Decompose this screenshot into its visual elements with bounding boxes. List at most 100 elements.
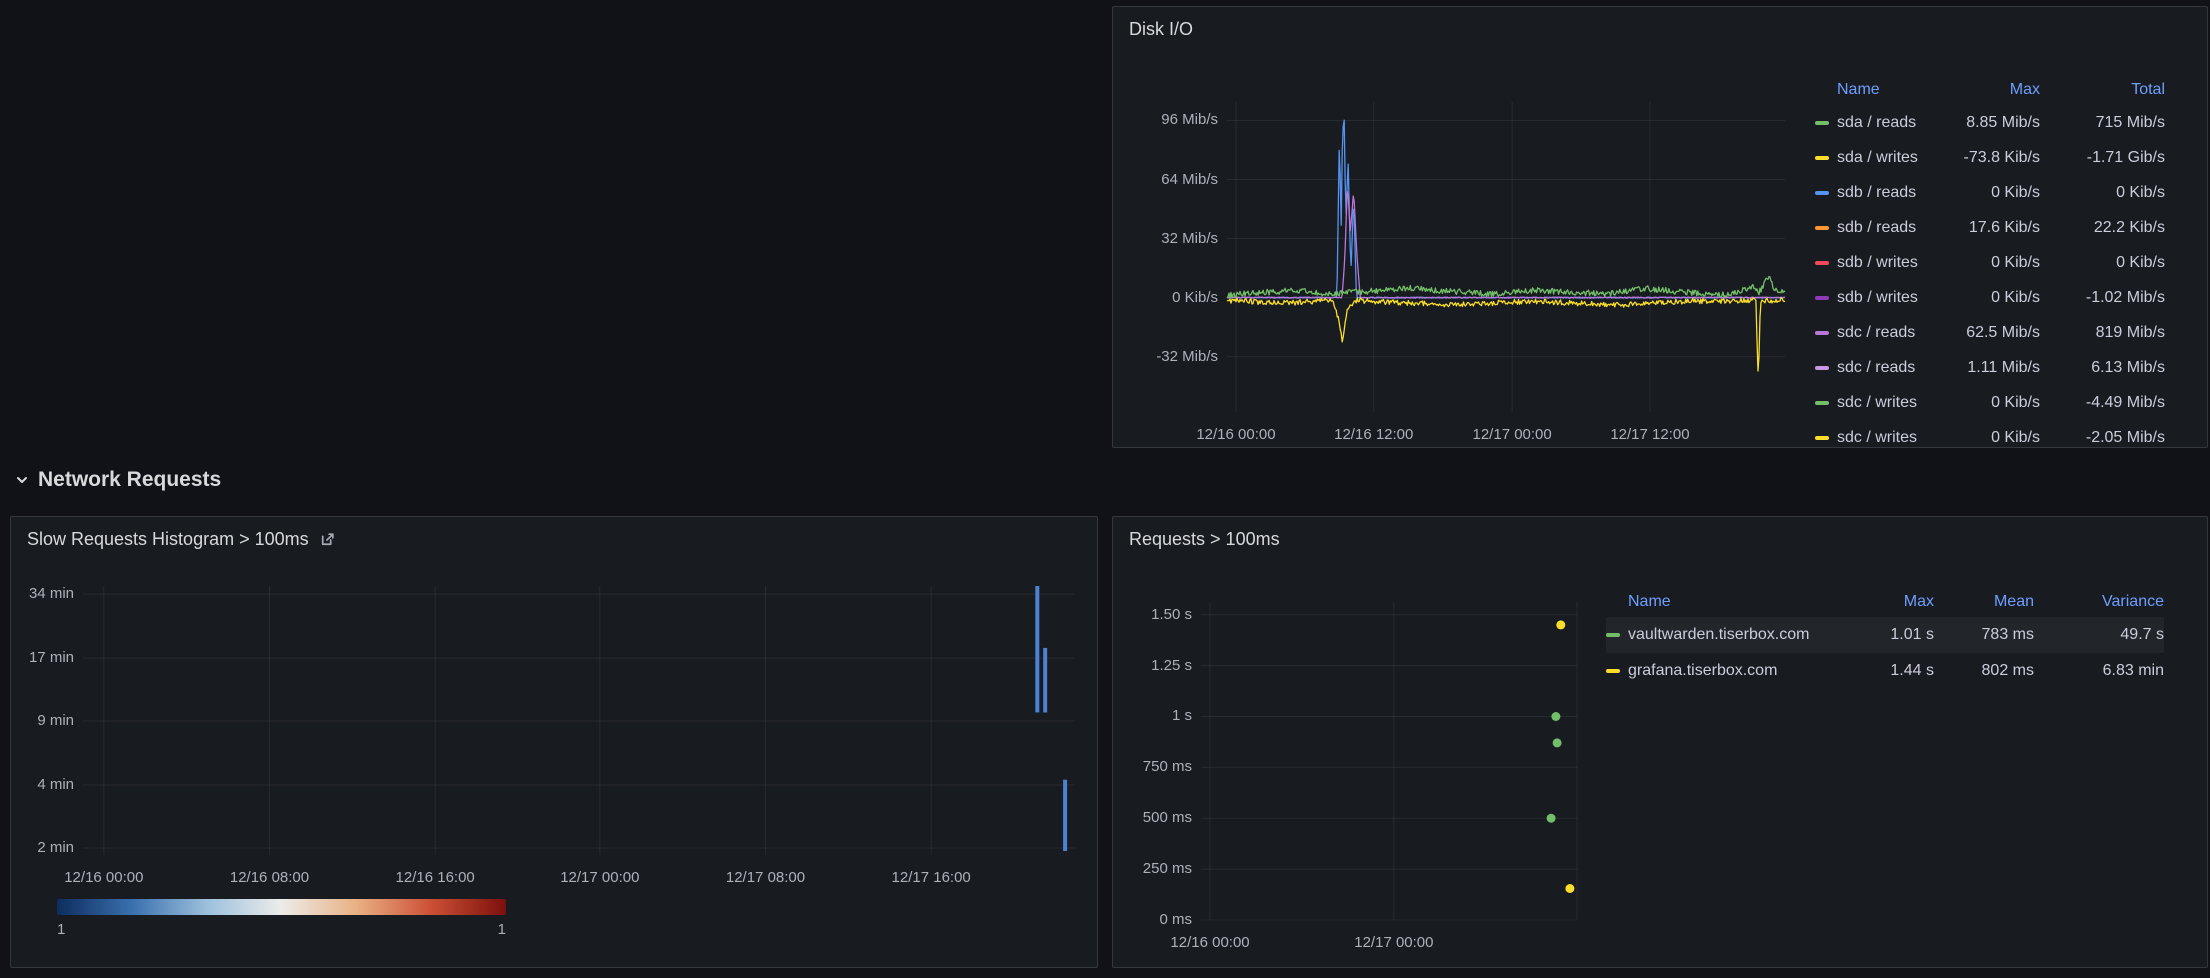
x-axis-tick-label: 12/17 00:00 [1334, 934, 1454, 951]
panel-title-slow-requests[interactable]: Slow Requests Histogram > 100ms [27, 529, 336, 550]
legend-row[interactable]: sdb / reads 17.6 Kib/s 22.2 Kib/s [1815, 210, 2165, 245]
series-name: vaultwarden.tiserbox.com [1628, 626, 1844, 644]
y-axis-tick-label: -32 Mib/s [1132, 348, 1218, 365]
legend-row[interactable]: sdb / writes 0 Kib/s -1.02 Mib/s [1815, 280, 2165, 315]
y-axis-tick-label: 9 min [10, 712, 74, 729]
legend-header-row: Name Max Mean Variance [1606, 587, 2164, 617]
legend-row[interactable]: sdc / writes 0 Kib/s -4.49 Mib/s [1815, 385, 2165, 420]
section-row-network-requests[interactable]: Network Requests [14, 468, 221, 492]
external-link-icon[interactable] [319, 531, 336, 548]
series-name: sda / reads [1837, 114, 1948, 132]
series-total: -1.71 Gib/s [2040, 149, 2165, 167]
x-axis-tick-label: 12/16 00:00 [1176, 426, 1296, 443]
series-total: 715 Mib/s [2040, 114, 2165, 132]
series-color-swatch [1815, 401, 1829, 405]
series-color-swatch [1815, 226, 1829, 230]
legend-row[interactable]: sdc / reads 62.5 Mib/s 819 Mib/s [1815, 315, 2165, 350]
panel-title-text: Slow Requests Histogram > 100ms [27, 529, 309, 550]
legend-col-mean[interactable]: Mean [1934, 593, 2034, 611]
section-title: Network Requests [38, 468, 221, 492]
y-axis-tick-label: 64 Mib/s [1132, 171, 1218, 188]
y-axis-tick-label: 500 ms [1112, 809, 1192, 826]
series-color-swatch [1606, 633, 1620, 637]
x-axis-tick-label: 12/16 08:00 [209, 869, 329, 886]
panel-title-text: Requests > 100ms [1129, 529, 1280, 550]
series-color-swatch [1815, 366, 1829, 370]
series-max: 17.6 Kib/s [1948, 219, 2040, 237]
x-axis-tick-label: 12/17 00:00 [1452, 426, 1572, 443]
panel-title-disk-io[interactable]: Disk I/O [1129, 19, 1193, 40]
series-name: sda / writes [1837, 149, 1948, 167]
series-color-swatch [1606, 669, 1620, 673]
series-color-swatch [1815, 436, 1829, 440]
legend-rows: vaultwarden.tiserbox.com 1.01 s 783 ms 4… [1606, 617, 2164, 689]
legend-col-total[interactable]: Total [2040, 81, 2165, 99]
legend-row[interactable]: sdb / writes 0 Kib/s 0 Kib/s [1815, 245, 2165, 280]
y-axis-tick-label: 1.50 s [1112, 606, 1192, 623]
series-name: sdc / reads [1837, 324, 1948, 342]
series-color-swatch [1815, 261, 1829, 265]
series-max: 8.85 Mib/s [1948, 114, 2040, 132]
x-axis-tick-label: 12/16 00:00 [1150, 934, 1270, 951]
color-scale-max-label: 1 [476, 921, 506, 938]
series-max: 0 Kib/s [1948, 184, 2040, 202]
panel-title-text: Disk I/O [1129, 19, 1193, 40]
x-axis-tick-label: 12/17 08:00 [705, 869, 825, 886]
disk-io-legend-table: Name Max Total sda / reads 8.85 Mib/s 71… [1815, 75, 2165, 448]
requests-scatter-chart[interactable]: 1.50 s1.25 s1 s750 ms500 ms250 ms0 ms12/… [1201, 602, 1577, 920]
series-name: sdb / writes [1837, 254, 1948, 272]
series-total: 0 Kib/s [2040, 184, 2165, 202]
y-axis-tick-label: 250 ms [1112, 860, 1192, 877]
series-color-swatch [1815, 191, 1829, 195]
legend-row[interactable]: sda / reads 8.85 Mib/s 715 Mib/s [1815, 105, 2165, 140]
x-axis-tick-label: 12/17 00:00 [540, 869, 660, 886]
series-max: 0 Kib/s [1948, 289, 2040, 307]
legend-row[interactable]: sdc / reads 1.11 Mib/s 6.13 Mib/s [1815, 350, 2165, 385]
series-max: 62.5 Mib/s [1948, 324, 2040, 342]
y-axis-tick-label: 1 s [1112, 707, 1192, 724]
series-name: sdb / writes [1837, 289, 1948, 307]
panel-disk-io: Disk I/O 96 Mib/s64 Mib/s32 Mib/s0 Kib/s… [1112, 6, 2208, 448]
y-axis-tick-label: 2 min [10, 839, 74, 856]
legend-col-name[interactable]: Name [1815, 81, 1948, 99]
series-variance: 49.7 s [2034, 626, 2164, 644]
legend-col-variance[interactable]: Variance [2034, 593, 2164, 611]
y-axis-tick-label: 34 min [10, 585, 74, 602]
requests-legend-table: Name Max Mean Variance vaultwarden.tiser… [1606, 587, 2164, 689]
series-total: -4.49 Mib/s [2040, 394, 2165, 412]
disk-io-chart[interactable]: 96 Mib/s64 Mib/s32 Mib/s0 Kib/s-32 Mib/s… [1227, 102, 1785, 412]
legend-row[interactable]: sdb / reads 0 Kib/s 0 Kib/s [1815, 175, 2165, 210]
y-axis-tick-label: 96 Mib/s [1132, 111, 1218, 128]
legend-col-max[interactable]: Max [1948, 81, 2040, 99]
series-mean: 802 ms [1934, 662, 2034, 680]
legend-row[interactable]: grafana.tiserbox.com 1.44 s 802 ms 6.83 … [1606, 653, 2164, 689]
series-name: sdc / writes [1837, 394, 1948, 412]
series-total: 819 Mib/s [2040, 324, 2165, 342]
panel-title-requests[interactable]: Requests > 100ms [1129, 529, 1280, 550]
legend-col-max[interactable]: Max [1844, 593, 1934, 611]
slow-requests-heatmap[interactable]: 34 min17 min9 min4 min2 min12/16 00:0012… [83, 586, 1075, 855]
series-max: 0 Kib/s [1948, 254, 2040, 272]
series-total: -2.05 Mib/s [2040, 429, 2165, 447]
series-total: 0 Kib/s [2040, 254, 2165, 272]
panel-requests: Requests > 100ms 1.50 s1.25 s1 s750 ms50… [1112, 516, 2208, 968]
series-color-swatch [1815, 156, 1829, 160]
series-name: grafana.tiserbox.com [1628, 662, 1844, 680]
series-name: sdb / reads [1837, 184, 1948, 202]
y-axis-tick-label: 0 Kib/s [1132, 289, 1218, 306]
panel-slow-requests-histogram: Slow Requests Histogram > 100ms 34 min17… [10, 516, 1098, 968]
legend-row[interactable]: sda / writes -73.8 Kib/s -1.71 Gib/s [1815, 140, 2165, 175]
x-axis-tick-label: 12/17 12:00 [1590, 426, 1710, 443]
color-scale-min-label: 1 [57, 921, 65, 938]
legend-row[interactable]: sdc / writes 0 Kib/s -2.05 Mib/s [1815, 420, 2165, 448]
series-name: sdb / reads [1837, 219, 1948, 237]
y-axis-tick-label: 0 ms [1112, 911, 1192, 928]
x-axis-tick-label: 12/16 00:00 [44, 869, 164, 886]
series-max: 1.44 s [1844, 662, 1934, 680]
grafana-dashboard: Disk I/O 96 Mib/s64 Mib/s32 Mib/s0 Kib/s… [0, 0, 2210, 978]
series-max: 0 Kib/s [1948, 429, 2040, 447]
legend-rows: sda / reads 8.85 Mib/s 715 Mib/s sda / w… [1815, 105, 2165, 448]
legend-col-name[interactable]: Name [1606, 593, 1844, 611]
series-name: sdc / reads [1837, 359, 1948, 377]
legend-row[interactable]: vaultwarden.tiserbox.com 1.01 s 783 ms 4… [1606, 617, 2164, 653]
